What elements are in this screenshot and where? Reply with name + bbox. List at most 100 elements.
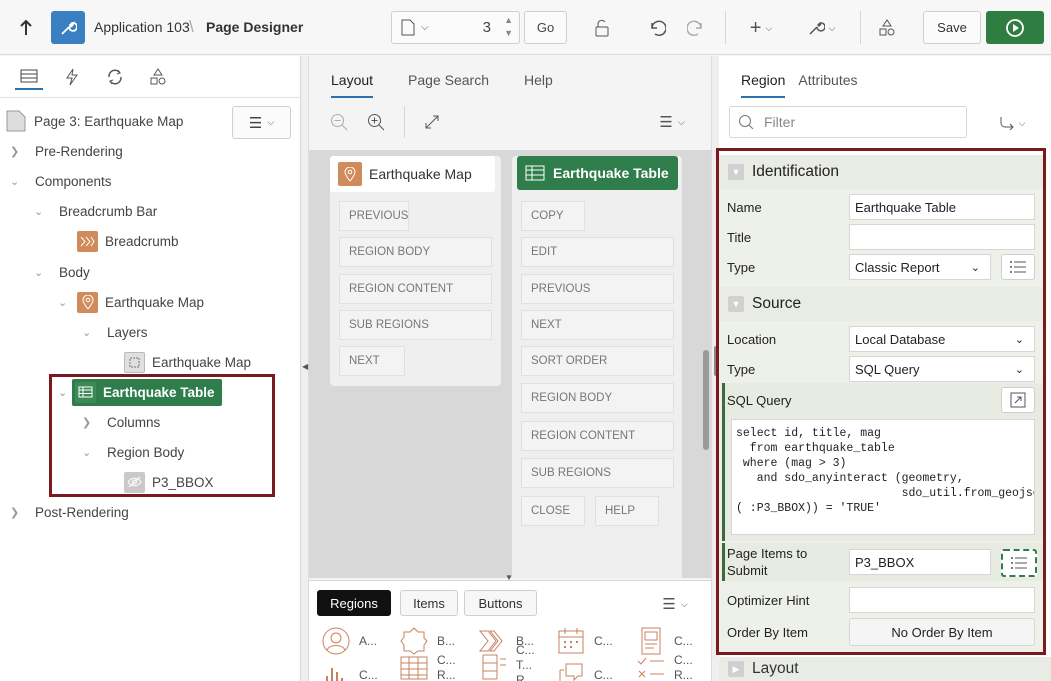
slot-close[interactable]: CLOSE [521, 496, 585, 526]
redo-icon[interactable] [684, 16, 708, 40]
chevron-right-icon[interactable]: ▶ [728, 661, 744, 677]
rendering-tab-icon[interactable] [15, 64, 43, 90]
slot-region-content[interactable]: REGION CONTENT [339, 274, 492, 304]
gallery-item-classic-report[interactable]: C... R... [397, 651, 456, 681]
gallery-item-comments[interactable]: C... [554, 658, 613, 681]
chevron-right-icon[interactable]: ❯ [10, 145, 24, 158]
gallery-item-chart[interactable]: C... [319, 658, 378, 681]
optimizer-hint-field[interactable] [849, 587, 1035, 613]
slot-sub-regions[interactable]: SUB REGIONS [339, 310, 492, 340]
map-region-card[interactable]: Earthquake Map PREVIOUS REGION BODY REGI… [330, 156, 501, 386]
lock-icon[interactable] [590, 16, 614, 40]
tab-help[interactable]: Help [524, 72, 553, 98]
go-to-group-icon[interactable]: ⌵ [994, 111, 1030, 135]
gallery-item-column-toggle-report[interactable]: C... T... R [476, 643, 535, 681]
tree-menu-button[interactable]: ☰ ⌵ [232, 106, 291, 139]
gallery-tab-buttons[interactable]: Buttons [464, 590, 537, 616]
collapse-arrow-icon[interactable]: ◀ [302, 362, 308, 371]
items-submit-list-button[interactable] [1001, 549, 1037, 577]
slot-region-content[interactable]: REGION CONTENT [521, 421, 674, 451]
layout-menu-icon[interactable]: ☰ ⌵ [654, 110, 690, 134]
filter-input[interactable]: Filter [729, 106, 967, 138]
tree-node-components[interactable]: ⌄ Components [10, 166, 112, 196]
chevron-right-icon[interactable]: ❯ [10, 506, 24, 519]
tab-region[interactable]: Region [741, 72, 786, 98]
source-type-select[interactable]: SQL Query ⌄ [849, 356, 1035, 382]
slot-region-body[interactable]: REGION BODY [521, 383, 674, 413]
slot-help[interactable]: HELP [595, 496, 659, 526]
gallery-tab-regions[interactable]: Regions [317, 590, 391, 616]
tree-node-earthquake-map[interactable]: ⌄ Earthquake Map [58, 287, 204, 317]
dynamic-actions-bolt-icon[interactable] [58, 64, 86, 90]
tree-node-breadcrumb-bar[interactable]: ⌄ Breadcrumb Bar [34, 196, 157, 226]
slot-edit[interactable]: EDIT [521, 237, 674, 267]
run-button[interactable] [986, 11, 1044, 44]
sql-expand-button[interactable] [1001, 387, 1035, 413]
wrench-app-icon[interactable] [51, 11, 85, 44]
page-selector[interactable]: ⌵ 3 ▲ ▼ [391, 11, 520, 44]
processing-cycle-icon[interactable] [101, 64, 129, 90]
tree-node-breadcrumb[interactable]: Breadcrumb [77, 226, 179, 256]
utilities-wrench-icon[interactable]: ⌵ [803, 16, 839, 40]
go-button[interactable]: Go [524, 11, 567, 44]
gallery-tab-items[interactable]: Items [400, 590, 458, 616]
tab-attributes[interactable]: Attributes [798, 72, 857, 98]
table-region-card[interactable]: Earthquake Table COPY EDIT PREVIOUS NEXT… [512, 156, 682, 578]
save-button[interactable]: Save [923, 11, 981, 44]
chevron-down-icon[interactable]: ⌄ [34, 205, 48, 218]
items-submit-field[interactable]: P3_BBOX [849, 549, 991, 575]
slot-previous[interactable]: PREVIOUS [521, 274, 674, 304]
zoom-out-icon[interactable] [327, 110, 351, 134]
title-field[interactable] [849, 224, 1035, 250]
canvas-scrollbar[interactable] [703, 350, 709, 450]
chevron-down-icon[interactable]: ⌄ [58, 296, 72, 309]
tree-node-layer-earthquake-map[interactable]: Earthquake Map [124, 347, 251, 377]
chevron-down-icon[interactable]: ⌄ [10, 175, 24, 188]
chevron-down-icon[interactable]: ▼ [728, 296, 744, 312]
tree-node-body[interactable]: ⌄ Body [34, 257, 90, 287]
source-group-header[interactable]: ▼ Source [719, 287, 1043, 321]
create-menu-icon[interactable]: + ⌵ [744, 16, 778, 40]
page-node[interactable]: Page 3: Earthquake Map [6, 106, 183, 136]
page-number-input[interactable]: 3 [483, 19, 491, 36]
page-stepper[interactable]: ▲ ▼ [504, 14, 513, 40]
map-region-header[interactable]: Earthquake Map [330, 156, 495, 192]
slot-sub-regions[interactable]: SUB REGIONS [521, 458, 674, 488]
zoom-in-icon[interactable] [364, 110, 388, 134]
shared-components-shapes-icon[interactable] [144, 64, 172, 90]
identification-group-header[interactable]: ▼ Identification [719, 155, 1043, 189]
undo-icon[interactable] [645, 16, 669, 40]
gallery-menu-icon[interactable]: ☰ ⌵ [657, 592, 693, 616]
type-list-button[interactable] [1001, 254, 1035, 280]
slot-next[interactable]: NEXT [521, 310, 674, 340]
gallery-item-avatar[interactable]: A... [319, 624, 377, 658]
chevron-down-icon[interactable]: ⌄ [82, 326, 96, 339]
tree-node-post-rendering[interactable]: ❯ Post-Rendering [10, 497, 129, 527]
expand-icon[interactable] [420, 110, 444, 134]
order-by-button[interactable]: No Order By Item [849, 618, 1035, 646]
table-region-header[interactable]: Earthquake Table [517, 156, 678, 190]
slot-next[interactable]: NEXT [339, 346, 405, 376]
type-select[interactable]: Classic Report ⌄ [849, 254, 991, 280]
layout-canvas[interactable]: Earthquake Map PREVIOUS REGION BODY REGI… [309, 150, 711, 578]
name-field[interactable]: Earthquake Table [849, 194, 1035, 220]
slot-previous[interactable]: PREVIOUS [339, 201, 409, 231]
tab-page-search[interactable]: Page Search [408, 72, 489, 98]
chevron-down-icon[interactable]: ▼ [728, 164, 744, 180]
tree-node-layers[interactable]: ⌄ Layers [82, 317, 148, 347]
tree-node-pre-rendering[interactable]: ❯ Pre-Rendering [10, 136, 123, 166]
location-select[interactable]: Local Database ⌄ [849, 326, 1035, 352]
app-breadcrumb-link[interactable]: Application 103 [94, 19, 190, 35]
layout-group-header[interactable]: ▶ Layout [719, 657, 1051, 681]
slot-sort-order[interactable]: SORT ORDER [521, 346, 674, 376]
left-splitter[interactable]: ◀ [301, 56, 309, 681]
sql-query-editor[interactable]: select id, title, mag from earthquake_ta… [731, 419, 1035, 535]
chevron-down-icon[interactable]: ⌄ [34, 266, 48, 279]
slot-copy[interactable]: COPY [521, 201, 585, 231]
gallery-item-content-row[interactable]: C... R... [634, 651, 693, 681]
tab-layout[interactable]: Layout [331, 72, 374, 98]
slot-region-body[interactable]: REGION BODY [339, 237, 492, 267]
gallery-item-calendar[interactable]: C... [554, 624, 613, 658]
shared-components-icon[interactable] [875, 16, 899, 40]
up-arrow-icon[interactable] [14, 16, 38, 40]
